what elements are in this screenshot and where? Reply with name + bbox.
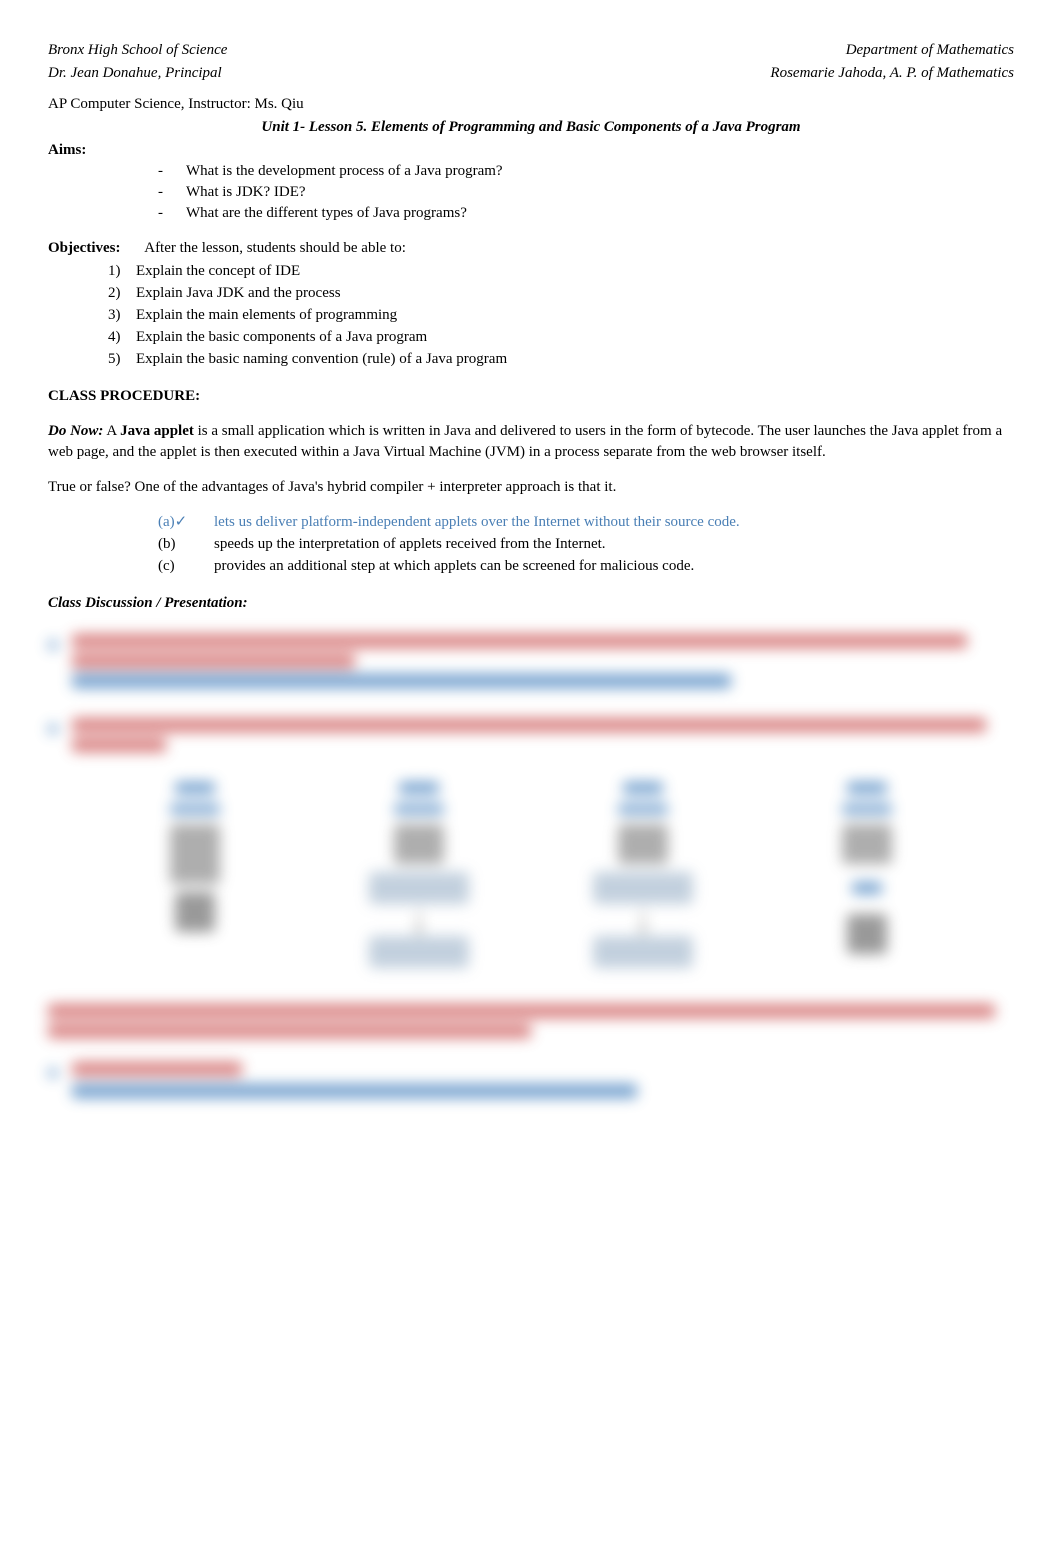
objectives-item: 4)Explain the basic components of a Java… <box>108 327 1014 348</box>
bullet-icon <box>48 724 58 734</box>
principal-name: Dr. Jean Donahue, Principal <box>48 63 222 84</box>
school-name: Bronx High School of Science <box>48 40 227 61</box>
aims-item: What is JDK? IDE? <box>158 182 1014 203</box>
option-a-text: lets us deliver platform-independent app… <box>214 512 740 533</box>
objectives-label: Objectives: <box>48 240 120 256</box>
objectives-item: 5)Explain the basic naming convention (r… <box>108 349 1014 370</box>
objectives-item: 2)Explain Java JDK and the process <box>108 283 1014 304</box>
objectives-item: 1)Explain the concept of IDE <box>108 261 1014 282</box>
class-procedure-heading: CLASS PROCEDURE: <box>48 386 1014 407</box>
option-c-text: provides an additional step at which app… <box>214 556 694 577</box>
java-applet-bold: Java applet <box>120 423 194 439</box>
true-false-question: True or false? One of the advantages of … <box>48 477 1014 498</box>
ap-name: Rosemarie Jahoda, A. P. of Mathematics <box>770 63 1014 84</box>
do-now-section: Do Now: A Java applet is a small applica… <box>48 421 1014 463</box>
class-discussion-heading: Class Discussion / Presentation: <box>48 593 1014 614</box>
option-b: (b) speeds up the interpretation of appl… <box>158 534 1014 555</box>
option-a-label: (a)✓ <box>158 512 214 533</box>
objectives-item: 3)Explain the main elements of programmi… <box>108 305 1014 326</box>
aims-item: What are the different types of Java pro… <box>158 203 1014 224</box>
options-list: (a)✓ lets us deliver platform-independen… <box>158 512 1014 577</box>
bullet-icon <box>48 1068 58 1078</box>
option-b-text: speeds up the interpretation of applets … <box>214 534 606 555</box>
do-now-label: Do Now: <box>48 423 103 439</box>
unit-title: Unit 1- Lesson 5. Elements of Programmin… <box>48 117 1014 138</box>
blurred-content-area <box>48 634 1014 1104</box>
aims-label: Aims: <box>48 142 86 158</box>
do-now-intro: A <box>106 423 120 439</box>
option-c: (c) provides an additional step at which… <box>158 556 1014 577</box>
department-name: Department of Mathematics <box>846 40 1014 61</box>
bullet-icon <box>48 640 58 650</box>
aims-list: What is the development process of a Jav… <box>158 161 1014 224</box>
process-diagram <box>88 782 974 974</box>
option-a: (a)✓ lets us deliver platform-independen… <box>158 512 1014 533</box>
option-b-label: (b) <box>158 534 214 555</box>
course-instructor-line: AP Computer Science, Instructor: Ms. Qiu <box>48 94 1014 115</box>
objectives-list: 1)Explain the concept of IDE 2)Explain J… <box>108 261 1014 370</box>
option-c-label: (c) <box>158 556 214 577</box>
objectives-intro: After the lesson, students should be abl… <box>144 240 406 256</box>
aims-item: What is the development process of a Jav… <box>158 161 1014 182</box>
